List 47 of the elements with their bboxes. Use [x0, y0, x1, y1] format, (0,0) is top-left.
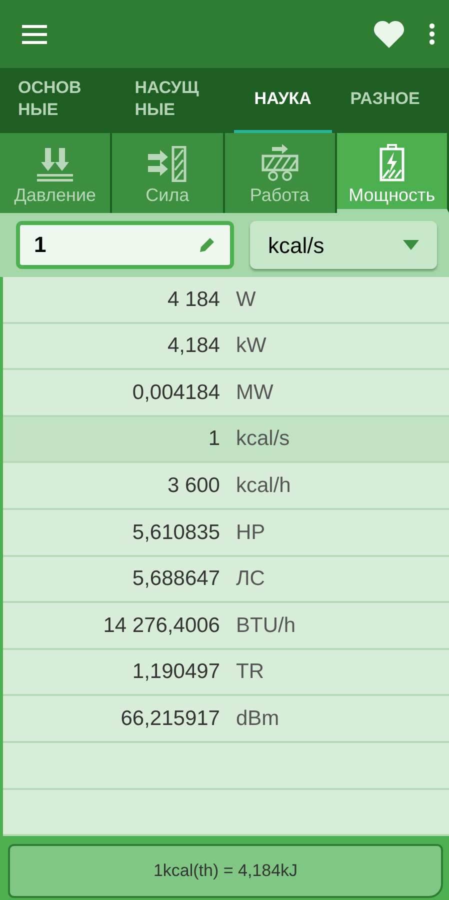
- result-value: 14 276,4006: [102, 612, 220, 639]
- result-unit: dBm: [235, 706, 280, 732]
- category-tab[interactable]: РАЗНОЕ: [332, 68, 449, 133]
- favorite-button[interactable]: [373, 20, 405, 48]
- result-row[interactable]: 14 276,4006 BTU/h: [3, 603, 449, 650]
- menu-icon: [22, 24, 47, 44]
- category-tab[interactable]: НАСУЩ НЫЕ: [116, 68, 234, 133]
- result-value: 66,215917: [120, 706, 220, 732]
- result-unit: HP: [235, 520, 266, 546]
- result-unit: MW: [235, 380, 274, 406]
- pencil-icon: [198, 236, 216, 254]
- dropdown-arrow-icon: [403, 240, 419, 250]
- result-value: 4 184: [166, 286, 220, 313]
- heart-icon: [373, 20, 405, 48]
- result-unit: kcal/s: [235, 426, 290, 452]
- result-row[interactable]: 66,215917 dBm: [3, 696, 449, 743]
- pressure-icon: [35, 146, 76, 182]
- result-row[interactable]: 4,184 kW: [3, 324, 449, 370]
- result-value: 3 600: [166, 472, 220, 499]
- result-row[interactable]: 4 184 W: [3, 277, 449, 324]
- result-value: 5,610835: [131, 520, 220, 546]
- result-unit: kcal/h: [235, 472, 291, 499]
- result-unit: BTU/h: [235, 612, 296, 639]
- result-unit: ЛС: [235, 566, 265, 592]
- more-icon: [429, 23, 435, 45]
- result-row[interactable]: 1 kcal/s: [3, 416, 449, 464]
- result-row[interactable]: 1,190497 TR: [3, 650, 449, 696]
- result-unit: kW: [235, 333, 266, 360]
- result-row[interactable]: 3 600 kcal/h: [3, 463, 449, 510]
- battery-icon: [378, 144, 406, 182]
- conversion-note[interactable]: 1kcal(th) = 4,184kJ: [8, 844, 443, 898]
- result-value: 1,190497: [131, 659, 220, 686]
- result-unit: TR: [235, 659, 264, 686]
- result-row[interactable]: 5,688647 ЛС: [3, 556, 449, 604]
- more-button[interactable]: [429, 23, 435, 45]
- result-value: 5,688647: [131, 566, 220, 592]
- force-icon: [146, 146, 188, 182]
- result-row[interactable]: 5,610835 HP: [3, 510, 449, 557]
- result-value: 1: [207, 426, 220, 452]
- unit-dropdown[interactable]: kcal/s: [250, 221, 437, 269]
- result-value: 4,184: [166, 333, 220, 360]
- result-value: 0,004184: [131, 380, 220, 406]
- value-input[interactable]: 1: [16, 221, 234, 269]
- result-unit: W: [235, 286, 256, 313]
- cart-icon: [260, 144, 300, 182]
- menu-button[interactable]: [22, 24, 47, 44]
- category-tab[interactable]: ОСНОВ НЫЕ: [0, 68, 117, 133]
